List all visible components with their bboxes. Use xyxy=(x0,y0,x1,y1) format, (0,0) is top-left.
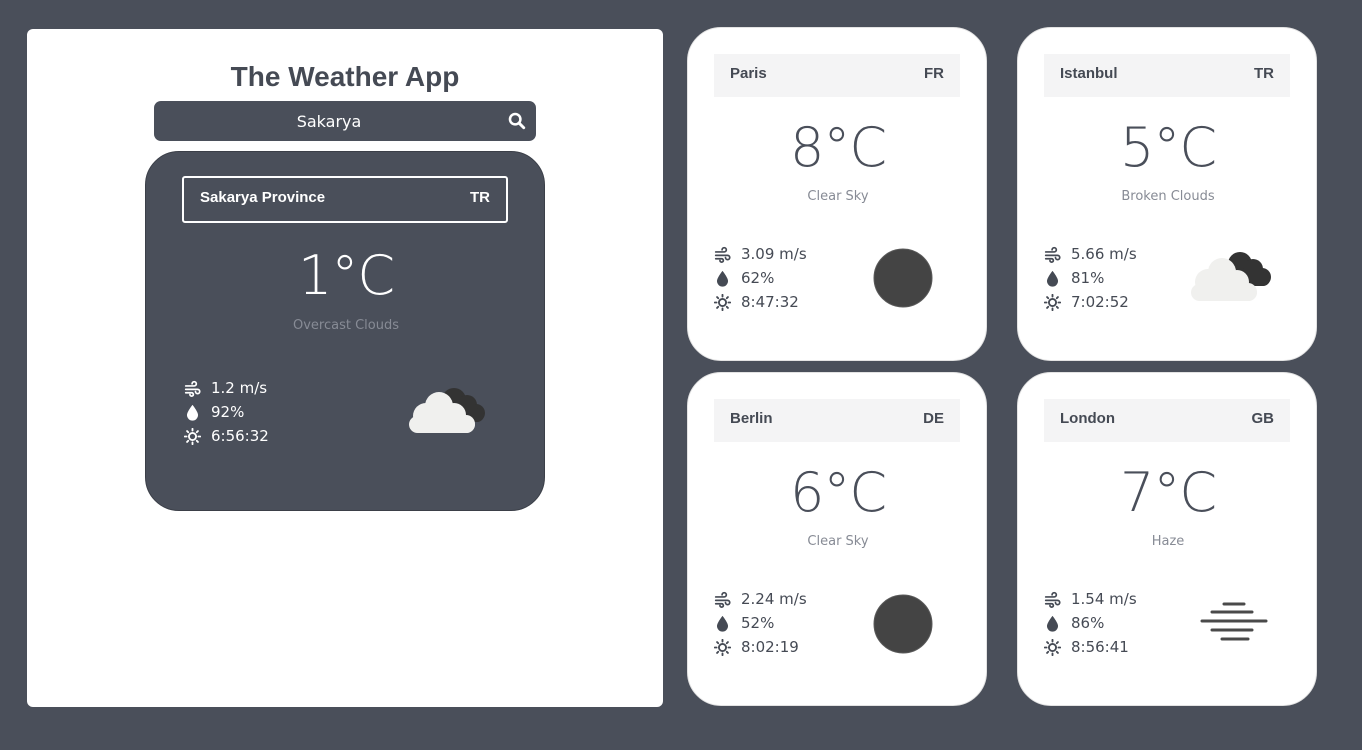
country-code: DE xyxy=(923,410,944,427)
card-header: Berlin DE xyxy=(714,399,960,442)
card-header: Paris FR xyxy=(714,54,960,97)
weather-description: Haze xyxy=(1151,534,1185,549)
search-icon[interactable] xyxy=(508,112,526,130)
sunrise-time: 8:56:41 xyxy=(1071,638,1129,656)
humidity-stat: 52% xyxy=(714,611,807,635)
wind-stat: 3.09 m/s xyxy=(714,242,807,266)
wind-speed: 3.09 m/s xyxy=(741,245,807,263)
temperature: 8°C xyxy=(789,116,887,179)
wind-icon xyxy=(1044,246,1061,263)
sunrise-time: 6:56:32 xyxy=(211,427,269,445)
search-panel: The Weather App Sakarya Province TR 1°C … xyxy=(27,29,663,707)
country-code: TR xyxy=(470,189,490,206)
weather-stats: 3.09 m/s 62% 8:47:32 xyxy=(714,242,807,314)
clear-sky-icon xyxy=(873,594,933,654)
humidity-stat: 62% xyxy=(714,266,807,290)
search-bar[interactable] xyxy=(154,101,536,141)
droplet-icon xyxy=(186,404,199,421)
wind-speed: 5.66 m/s xyxy=(1071,245,1137,263)
weather-description: Broken Clouds xyxy=(1121,189,1215,204)
sun-icon xyxy=(1044,293,1061,311)
droplet-icon xyxy=(716,270,729,287)
country-code: GB xyxy=(1251,410,1275,427)
temperature: 1°C xyxy=(297,244,395,307)
sun-icon xyxy=(184,427,201,445)
card-header: Istanbul TR xyxy=(1044,54,1290,97)
city-card-paris[interactable]: Paris FR 8°C Clear Sky 3.09 m/s 62% 8:47… xyxy=(687,27,987,361)
weather-stats: 2.24 m/s 52% 8:02:19 xyxy=(714,587,807,659)
city-name: Paris xyxy=(730,65,767,82)
humidity-stat: 81% xyxy=(1044,266,1137,290)
wind-icon xyxy=(184,380,201,397)
humidity: 92% xyxy=(211,403,245,421)
wind-speed: 2.24 m/s xyxy=(741,590,807,608)
overcast-clouds-icon xyxy=(409,388,485,433)
haze-icon xyxy=(1200,602,1268,641)
weather-description: Clear Sky xyxy=(807,189,869,204)
city-name: London xyxy=(1060,410,1115,427)
weather-stats: 1.54 m/s 86% 8:56:41 xyxy=(1044,587,1137,659)
weather-description: Clear Sky xyxy=(807,534,869,549)
sunrise-time: 8:02:19 xyxy=(741,638,799,656)
wind-stat: 1.54 m/s xyxy=(1044,587,1137,611)
droplet-icon xyxy=(1046,270,1059,287)
humidity: 81% xyxy=(1071,269,1105,287)
wind-icon xyxy=(714,246,731,263)
humidity: 52% xyxy=(741,614,775,632)
wind-icon xyxy=(714,591,731,608)
city-card-istanbul[interactable]: Istanbul TR 5°C Broken Clouds 5.66 m/s 8… xyxy=(1017,27,1317,361)
clear-sky-icon xyxy=(873,248,933,308)
broken-clouds-icon xyxy=(1191,252,1271,301)
sun-icon xyxy=(714,293,731,311)
sunrise-stat: 7:02:52 xyxy=(1044,290,1137,314)
droplet-icon xyxy=(1046,615,1059,632)
sunrise-time: 8:47:32 xyxy=(741,293,799,311)
wind-stat: 1.2 m/s xyxy=(184,376,269,400)
sunrise-stat: 8:47:32 xyxy=(714,290,807,314)
wind-stat: 2.24 m/s xyxy=(714,587,807,611)
humidity: 62% xyxy=(741,269,775,287)
weather-description: Overcast Clouds xyxy=(292,318,399,333)
card-header: Sakarya Province TR xyxy=(182,176,508,223)
humidity: 86% xyxy=(1071,614,1105,632)
wind-speed: 1.2 m/s xyxy=(211,379,268,397)
city-card-london[interactable]: London GB 7°C Haze 1.54 m/s 86% 8:56:41 xyxy=(1017,372,1317,706)
sun-icon xyxy=(714,638,731,656)
wind-icon xyxy=(1044,591,1061,608)
wind-stat: 5.66 m/s xyxy=(1044,242,1137,266)
sunrise-time: 7:02:52 xyxy=(1071,293,1129,311)
sunrise-stat: 8:02:19 xyxy=(714,635,807,659)
city-name: Istanbul xyxy=(1060,65,1118,82)
current-weather-card: Sakarya Province TR 1°C Overcast Clouds … xyxy=(145,151,545,511)
sunrise-stat: 8:56:41 xyxy=(1044,635,1137,659)
temperature: 5°C xyxy=(1119,116,1217,179)
app-title: The Weather App xyxy=(230,61,460,92)
sun-icon xyxy=(1044,638,1061,656)
country-code: TR xyxy=(1254,65,1274,82)
temperature: 6°C xyxy=(789,461,887,524)
humidity-stat: 92% xyxy=(184,400,269,424)
card-header: London GB xyxy=(1044,399,1290,442)
city-name: Berlin xyxy=(730,410,773,427)
droplet-icon xyxy=(716,615,729,632)
search-input[interactable] xyxy=(154,101,504,141)
city-card-berlin[interactable]: Berlin DE 6°C Clear Sky 2.24 m/s 52% 8:0… xyxy=(687,372,987,706)
humidity-stat: 86% xyxy=(1044,611,1137,635)
country-code: FR xyxy=(924,65,944,82)
sunrise-stat: 6:56:32 xyxy=(184,424,269,448)
weather-stats: 1.2 m/s 92% 6:56:32 xyxy=(184,376,269,448)
temperature: 7°C xyxy=(1119,461,1217,524)
weather-stats: 5.66 m/s 81% 7:02:52 xyxy=(1044,242,1137,314)
city-name: Sakarya Province xyxy=(200,189,326,206)
wind-speed: 1.54 m/s xyxy=(1071,590,1137,608)
